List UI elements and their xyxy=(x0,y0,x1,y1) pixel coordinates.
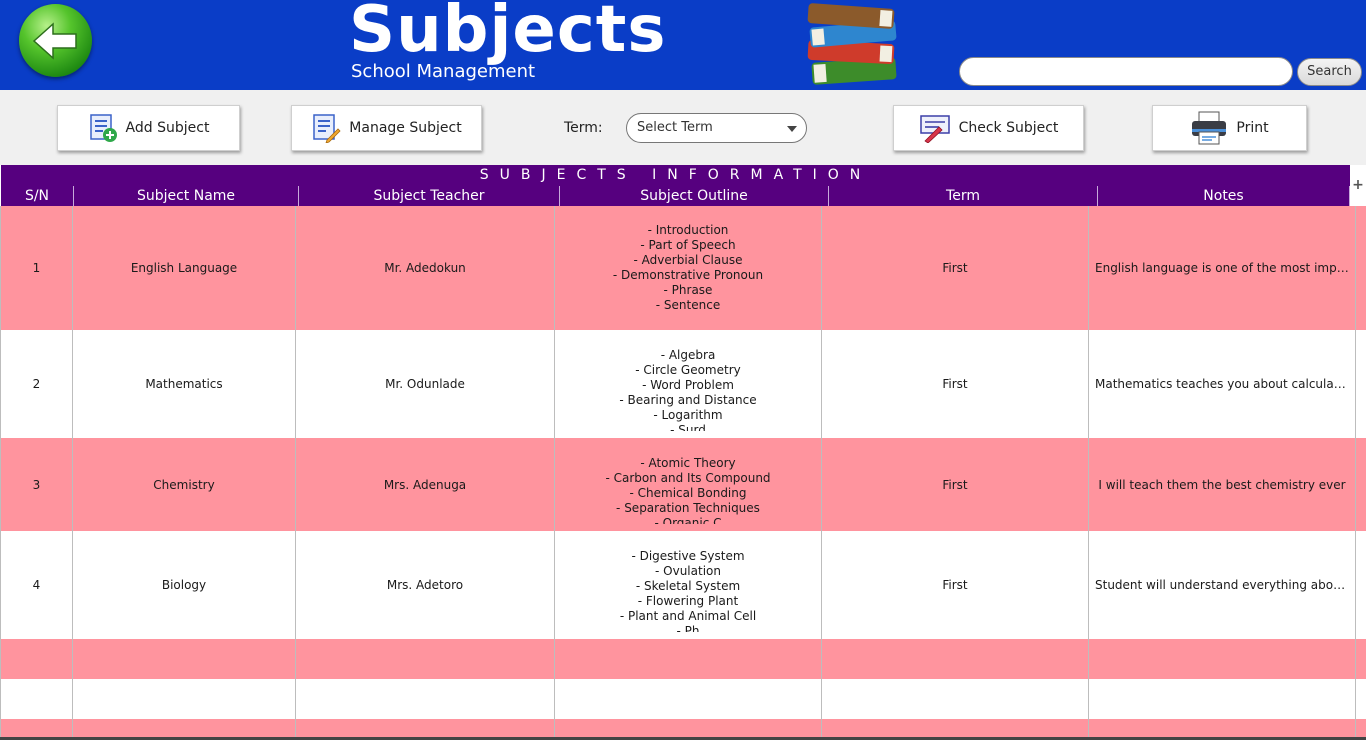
cell-subject-outline: - Atomic Theory - Carbon and Its Compoun… xyxy=(555,438,822,531)
notes-text: Student will understand everything about… xyxy=(1095,578,1355,592)
plus-icon[interactable]: + xyxy=(1351,176,1365,194)
table-row[interactable]: 1 English Language Mr. Adedokun - Introd… xyxy=(0,206,1366,330)
cell-subject-name: Mathematics xyxy=(73,330,296,438)
column-header-subject-outline[interactable]: Subject Outline xyxy=(560,186,829,206)
cell-subject-outline: - Algebra - Circle Geometry - Word Probl… xyxy=(555,330,822,438)
outline-item: - Word Problem xyxy=(642,377,734,392)
outline-item: - Plant and Animal Cell xyxy=(619,608,757,623)
edit-list-icon xyxy=(313,114,341,143)
cell-sn: 2 xyxy=(0,330,73,438)
cell-term: First xyxy=(822,531,1089,639)
table-row[interactable]: 2 Mathematics Mr. Odunlade - Algebra - C… xyxy=(0,330,1366,438)
outline-item: - Introduction xyxy=(647,223,729,237)
outline-item: - Chemical Bonding xyxy=(629,485,747,500)
toolbar: Add Subject Manage Subject Term: Select … xyxy=(0,90,1366,165)
table-row[interactable]: 3 Chemistry Mrs. Adenuga - Atomic Theory… xyxy=(0,438,1366,531)
empty-table-row[interactable] xyxy=(0,639,1366,679)
cell-term: First xyxy=(822,438,1089,531)
outline-item: - Sentence xyxy=(655,298,721,312)
outline-item: - Bearing and Distance xyxy=(619,392,757,407)
outline-item: - Separation Techniques xyxy=(616,500,760,515)
manage-subject-label: Manage Subject xyxy=(349,120,462,136)
add-subject-label: Add Subject xyxy=(125,120,210,136)
printer-icon xyxy=(1192,111,1227,145)
term-label: Term: xyxy=(564,120,603,136)
app-header: Subjects School Management Search xyxy=(0,0,1366,90)
outline-item: - Part of Speech xyxy=(640,238,736,252)
notes-text: English language is one of the most impo… xyxy=(1095,261,1355,275)
outline-item: - Adverbial Clause xyxy=(633,253,743,267)
cell-subject-name: Chemistry xyxy=(73,438,296,531)
notes-text: I will teach them the best chemistry eve… xyxy=(1098,477,1346,492)
column-header-notes[interactable]: Notes xyxy=(1098,186,1350,206)
cell-subject-name: English Language xyxy=(73,206,296,330)
table-title: SUBJECTS INFORMATION xyxy=(1,165,1350,186)
cell-sn: 3 xyxy=(0,438,73,531)
cell-subject-outline: - Introduction - Part of Speech - Adverb… xyxy=(555,206,822,330)
empty-table-row[interactable] xyxy=(0,719,1366,737)
check-subject-label: Check Subject xyxy=(958,120,1059,136)
cell-sn: 1 xyxy=(0,206,73,330)
column-header-sn[interactable]: S/N xyxy=(1,186,74,206)
cell-notes: I will teach them the best chemistry eve… xyxy=(1089,438,1356,531)
cell-notes: Mathematics teaches you about calculatio… xyxy=(1089,330,1356,438)
term-select[interactable]: Select Term xyxy=(626,113,807,143)
term-select-value: Select Term xyxy=(637,120,713,135)
outline-item: - Carbon and Its Compound xyxy=(605,470,771,485)
outline-item: - Algebra xyxy=(660,347,716,362)
cell-subject-outline: - Digestive System - Ovulation - Skeleta… xyxy=(555,531,822,639)
page-title: Subjects xyxy=(349,0,667,67)
outline-item: - Logarithm xyxy=(653,407,723,422)
cell-term: First xyxy=(822,330,1089,438)
cell-sn: 4 xyxy=(0,531,73,639)
books-stack-icon xyxy=(800,0,905,94)
search-input[interactable] xyxy=(959,57,1293,86)
cell-notes: Student will understand everything about… xyxy=(1089,531,1356,639)
add-subject-button[interactable]: Add Subject xyxy=(57,105,240,151)
add-list-icon xyxy=(89,114,117,142)
search-button[interactable]: Search xyxy=(1297,58,1362,86)
outline-item: - Ph xyxy=(676,623,700,632)
outline-item: - Ovulation xyxy=(655,563,721,578)
cell-subject-teacher: Mr. Odunlade xyxy=(296,330,555,438)
column-header-subject-name[interactable]: Subject Name xyxy=(74,186,299,206)
outline-item: - Flowering Plant xyxy=(637,593,739,608)
check-subject-button[interactable]: Check Subject xyxy=(893,105,1084,151)
column-header-subject-teacher[interactable]: Subject Teacher xyxy=(299,186,560,206)
page-subtitle: School Management xyxy=(351,61,536,82)
notes-text: Mathematics teaches you about calculatio… xyxy=(1095,377,1355,391)
cell-term: First xyxy=(822,206,1089,330)
empty-table-row[interactable] xyxy=(0,679,1366,719)
cell-subject-teacher: Mr. Adedokun xyxy=(296,206,555,330)
table-header: S/N Subject Name Subject Teacher Subject… xyxy=(1,186,1350,206)
outline-item: - Circle Geometry xyxy=(635,362,741,377)
manage-subject-button[interactable]: Manage Subject xyxy=(291,105,482,151)
outline-item: - Surd xyxy=(670,422,706,431)
outline-item: - Organic C xyxy=(654,515,722,524)
table-row[interactable]: 4 Biology Mrs. Adetoro - Digestive Syste… xyxy=(0,531,1366,639)
outline-item: - Demonstrative Pronoun xyxy=(612,268,764,282)
outline-item: - Atomic Theory xyxy=(640,455,736,470)
cell-subject-teacher: Mrs. Adetoro xyxy=(296,531,555,639)
checklist-pen-icon xyxy=(919,115,950,143)
outline-item: - Phrase xyxy=(663,283,713,297)
back-arrow-icon[interactable] xyxy=(19,4,92,77)
cell-notes: English language is one of the most impo… xyxy=(1089,206,1356,330)
outline-item: - Digestive System xyxy=(631,548,745,563)
print-button[interactable]: Print xyxy=(1152,105,1307,151)
chevron-down-icon xyxy=(787,126,797,132)
cell-subject-name: Biology xyxy=(73,531,296,639)
outline-item: - Skeletal System xyxy=(635,578,741,593)
column-header-term[interactable]: Term xyxy=(829,186,1098,206)
print-label: Print xyxy=(1236,120,1269,136)
cell-subject-teacher: Mrs. Adenuga xyxy=(296,438,555,531)
